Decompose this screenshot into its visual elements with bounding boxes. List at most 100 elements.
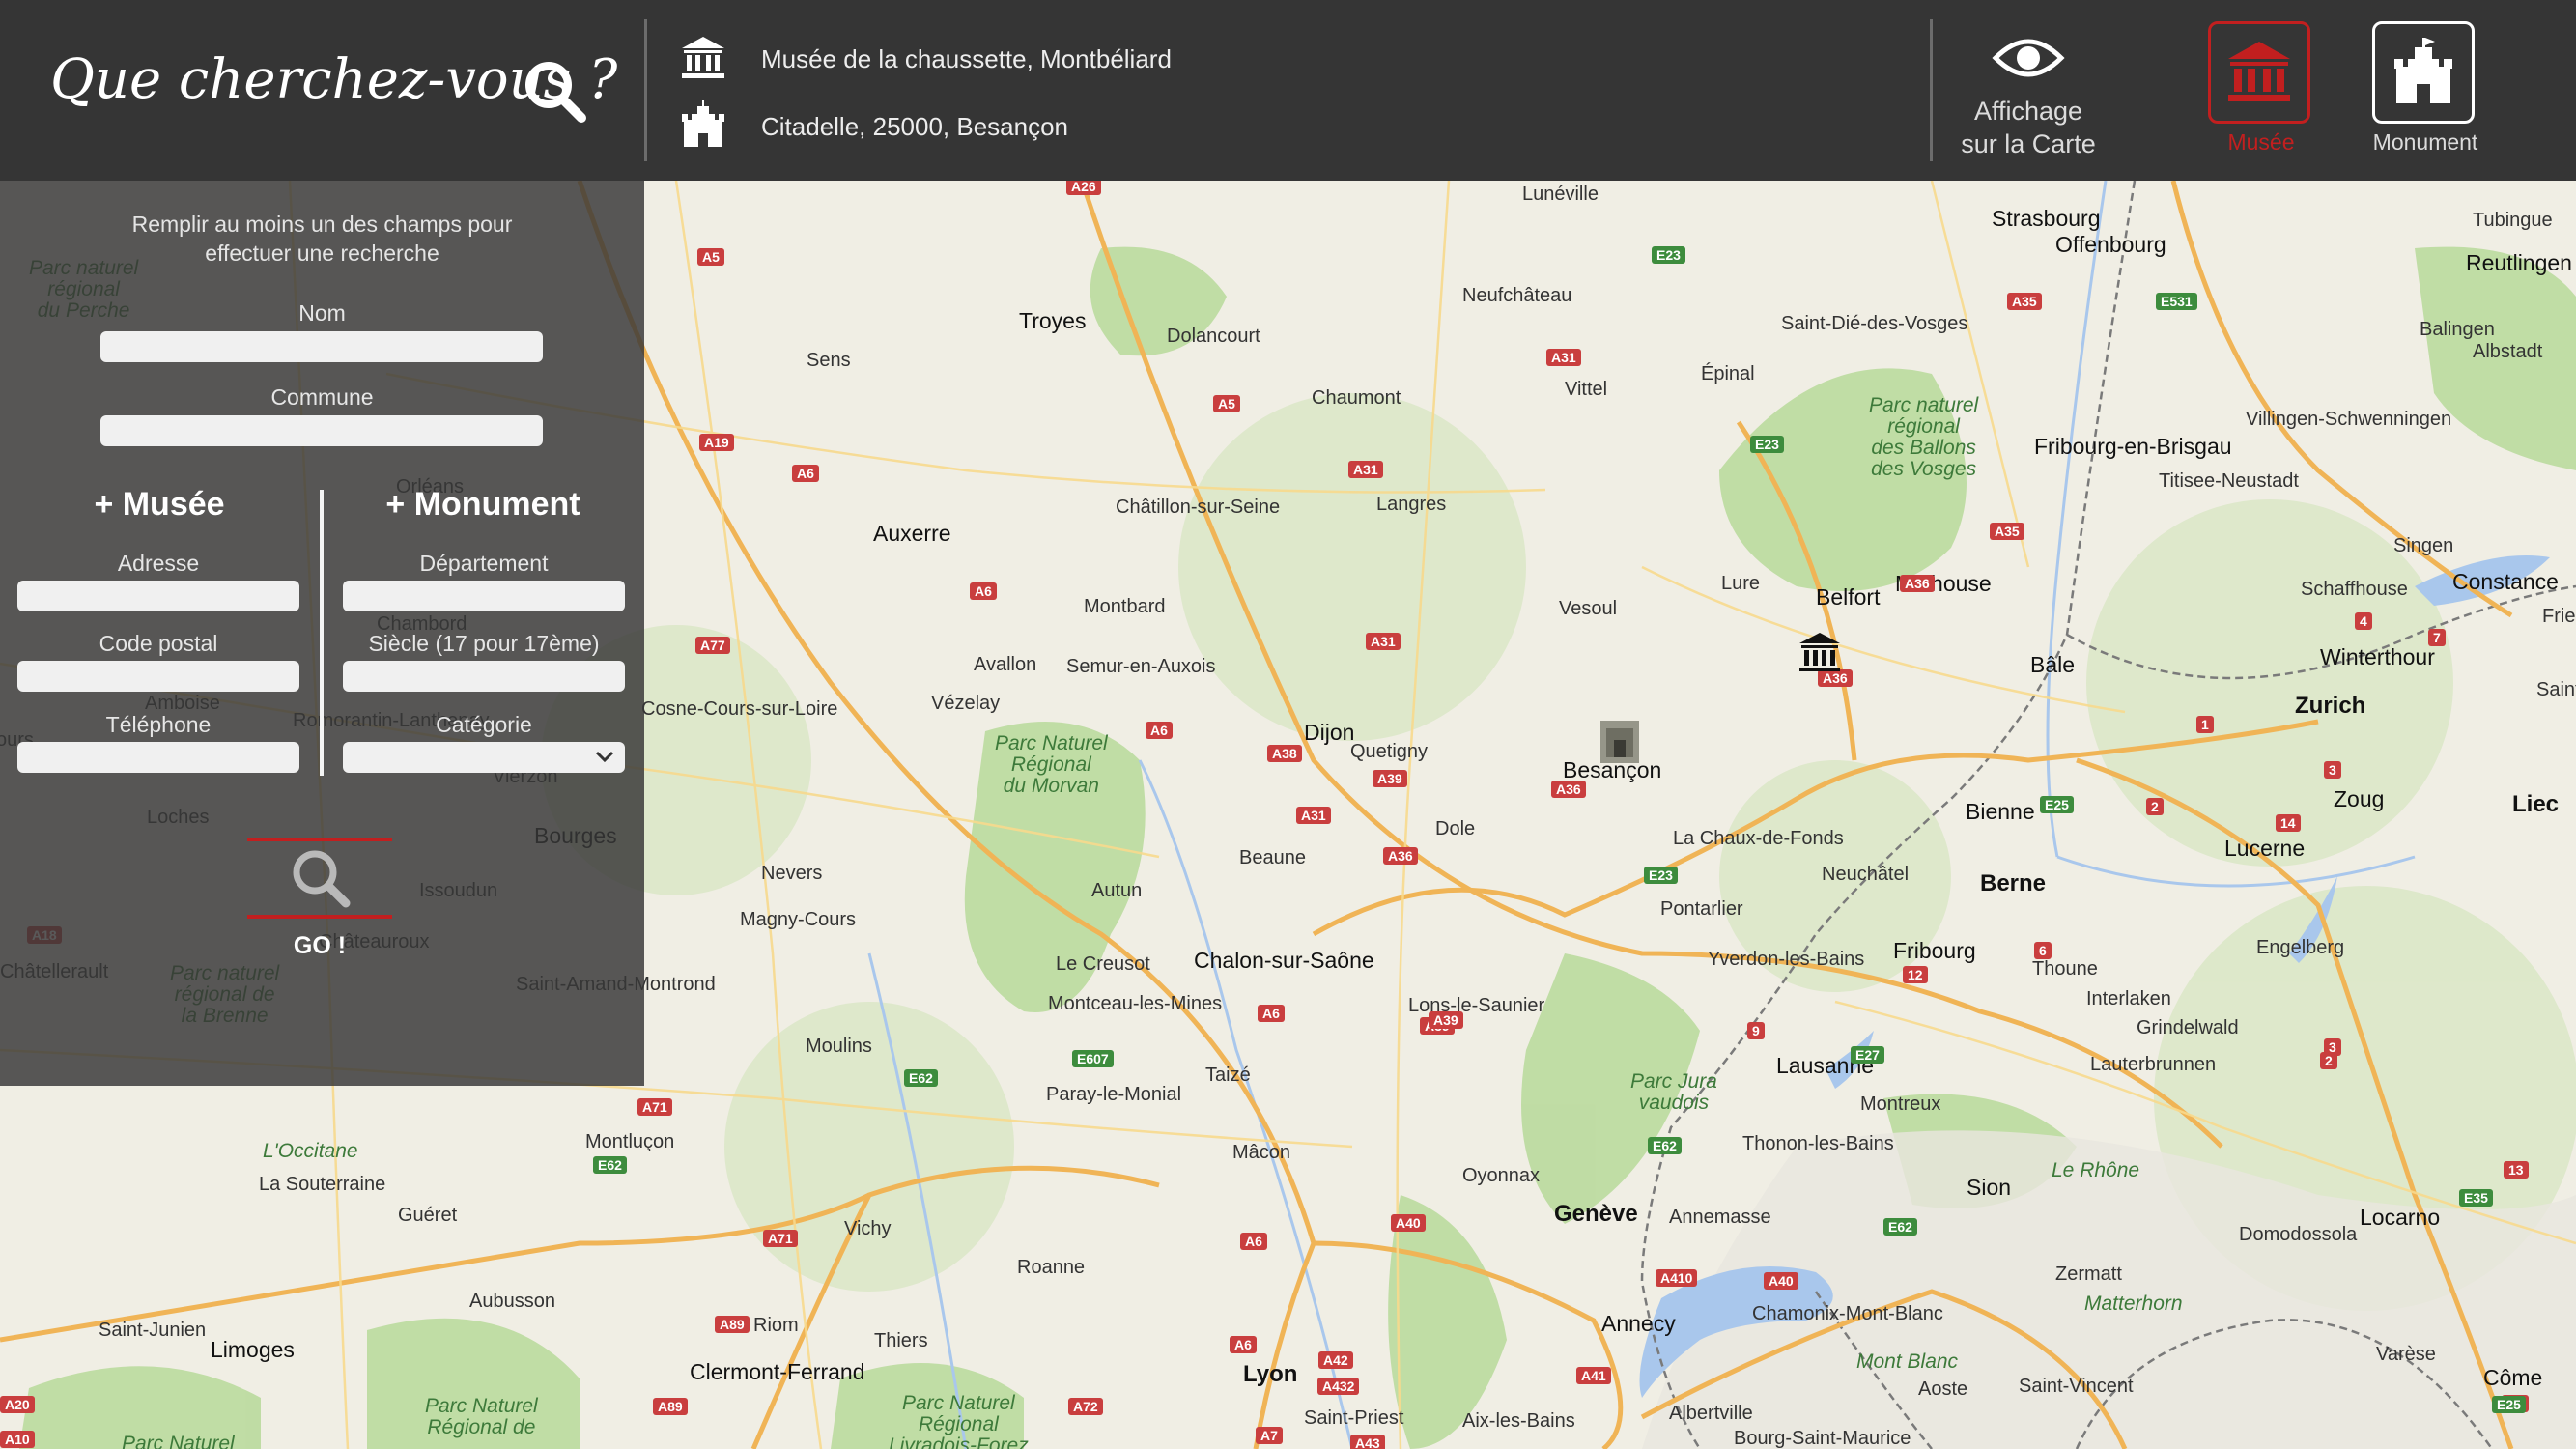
map-place-label: Vesoul: [1559, 598, 1618, 619]
map-marker-musee-icon[interactable]: [1797, 630, 1843, 676]
map-place-label: Mont Blanc: [1856, 1350, 1959, 1373]
map-place-label: Genève: [1554, 1201, 1638, 1227]
map-place-label: Domodossola: [2239, 1224, 2358, 1245]
map-place-label: Clermont-Ferrand: [690, 1359, 865, 1384]
map-place-label: Matterhorn: [2084, 1293, 2183, 1315]
map-place-label: Côme: [2483, 1365, 2543, 1390]
road-shield: 12: [1903, 966, 1928, 983]
code-postal-input[interactable]: [17, 661, 299, 692]
road-shield: A20: [0, 1396, 35, 1413]
road-shield: A6: [970, 582, 997, 600]
map-place-label: Albstadt: [2473, 341, 2543, 362]
road-shield: A35: [2007, 293, 2042, 310]
filter-musee-button[interactable]: Musée: [2198, 21, 2324, 166]
categorie-label: Catégorie: [436, 712, 532, 737]
map-place-label: Balingen: [2420, 319, 2495, 340]
map-place-label: Schaffhouse: [2301, 579, 2408, 600]
map-marker-monument-icon[interactable]: [1599, 719, 1641, 765]
map-place-label: Annecy: [1601, 1311, 1676, 1336]
map-place-label: Neufchâteau: [1462, 285, 1572, 306]
map-place-label: Interlaken: [2086, 988, 2171, 1009]
map-place-label: Bienne: [1966, 799, 2035, 824]
map-place-label: Berne: [1980, 870, 2047, 896]
map-place-label: Beaune: [1239, 847, 1306, 868]
road-shield: 7: [2428, 629, 2446, 646]
result-item-monument[interactable]: Citadelle, 25000, Besançon: [678, 100, 1837, 158]
map-region-label: Parc Naturel: [122, 1433, 235, 1449]
map-place-label: Strasbourg: [1992, 206, 2101, 231]
road-shield: A6: [1146, 722, 1173, 739]
go-button[interactable]: GO !: [247, 838, 398, 963]
categorie-select[interactable]: [343, 742, 625, 773]
map-place-label: Oyonnax: [1462, 1165, 1541, 1186]
road-shield: E62: [593, 1156, 627, 1174]
telephone-input[interactable]: [17, 742, 299, 773]
map-place-label: Quetigny: [1350, 741, 1429, 762]
search-icon[interactable]: [522, 58, 589, 126]
filter-monument-button[interactable]: Monument: [2363, 21, 2488, 166]
road-shield: 1: [2196, 716, 2214, 733]
commune-input[interactable]: [100, 415, 543, 446]
map-place-label: Saint-Vincent: [2019, 1376, 2134, 1397]
map-place-label: Sion: [1967, 1175, 2012, 1200]
map-place-label: Montceau-les-Mines: [1048, 993, 1223, 1014]
road-shield: A6: [1240, 1233, 1267, 1250]
road-shield: E25: [2492, 1396, 2526, 1413]
road-shield: A38: [1267, 745, 1302, 762]
map-place-label: Thonon-les-Bains: [1742, 1133, 1894, 1154]
nom-label: Nom: [298, 300, 346, 326]
departement-input[interactable]: [343, 581, 625, 611]
map-display-toggle[interactable]: Affichage sur la Carte: [1951, 25, 2106, 170]
filter-musee-label: Musée: [2227, 129, 2295, 155]
road-shield: E531: [2156, 293, 2197, 310]
map-place-label: Le Creusot: [1056, 953, 1150, 975]
map-place-label: Saint-Junien: [99, 1320, 207, 1341]
road-shield: A410: [1656, 1269, 1698, 1287]
road-shield: A89: [653, 1398, 688, 1415]
top-bar: Que cherchez-vous ? Musée de la chausset…: [0, 0, 2576, 181]
road-shield: E23: [1652, 246, 1685, 264]
map-place-label: Chalon-sur-Saône: [1194, 948, 1374, 973]
header-divider: [644, 19, 647, 161]
siecle-label: Siècle (17 pour 17ème): [368, 631, 600, 656]
map-place-label: Zermatt: [2055, 1264, 2122, 1285]
road-shield: A6: [1258, 1005, 1285, 1022]
result-item-musee[interactable]: Musée de la chaussette, Montbéliard: [678, 33, 1837, 91]
search-hint: Remplir au moins un des champs pour effe…: [131, 212, 513, 266]
map-region-label: L'Occitane: [263, 1140, 358, 1162]
road-shield: E62: [1648, 1137, 1682, 1154]
header-divider: [1930, 19, 1933, 161]
map-place-label: Troyes: [1019, 308, 1087, 333]
map-place-label: Offenbourg: [2055, 232, 2166, 257]
map-place-label: Vittel: [1565, 379, 1608, 400]
map-place-label: Singen: [2393, 535, 2454, 556]
nom-input[interactable]: [100, 331, 543, 362]
road-shield: 2: [2146, 798, 2164, 815]
road-shield: A10: [0, 1431, 35, 1448]
musee-section-title[interactable]: + Musée: [19, 486, 299, 524]
castle-icon: [682, 100, 724, 147]
map-region-label: Parc Naturel Régional Livradois-Forez: [889, 1392, 1029, 1449]
road-shield: E25: [2040, 796, 2074, 813]
map-region-label: Le Rhône: [2052, 1159, 2140, 1181]
road-shield: A36: [1900, 575, 1935, 592]
map-place-label: Lucerne: [2224, 836, 2306, 861]
road-shield: A39: [1429, 1011, 1463, 1029]
adresse-input[interactable]: [17, 581, 299, 611]
road-shield: E35: [2459, 1189, 2493, 1207]
filter-monument-label: Monument: [2372, 129, 2478, 155]
road-shield: A40: [1391, 1214, 1426, 1232]
siecle-input[interactable]: [343, 661, 625, 692]
map-place-label: Aubusson: [469, 1291, 555, 1312]
road-shield: A35: [1990, 523, 2024, 540]
road-shield: 9: [1747, 1022, 1765, 1039]
road-shield: A77: [695, 637, 730, 654]
road-shield: A36: [1383, 847, 1418, 865]
road-shield: A71: [637, 1098, 672, 1116]
road-shield: A6: [1230, 1336, 1257, 1353]
map-place-label: Titisee-Neustadt: [2159, 470, 2299, 492]
map-place-label: Fribourg: [1893, 938, 1976, 963]
museum-icon: [682, 37, 724, 78]
map-place-label: Lyon: [1243, 1361, 1298, 1387]
monument-section-title[interactable]: + Monument: [343, 486, 623, 524]
